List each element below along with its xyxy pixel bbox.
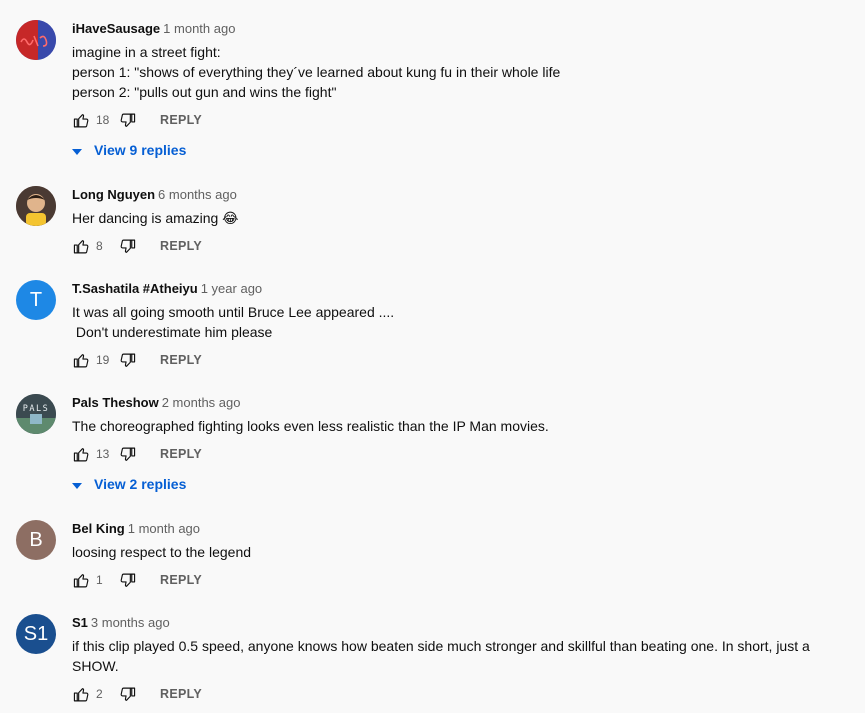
comment-text-line: person 2: "pulls out gun and wins the fi… xyxy=(72,84,337,100)
view-replies-button[interactable]: View 2 replies xyxy=(72,472,856,496)
comment-body: Pals Theshow 2 months ago The choreograph… xyxy=(72,394,856,496)
comment-text: loosing respect to the legend xyxy=(72,542,856,562)
thumb-down-icon[interactable] xyxy=(118,237,136,255)
comment-body: Long Nguyen 6 months ago Her dancing is a… xyxy=(72,186,856,258)
comment-text-line: if this clip played 0.5 speed, anyone kn… xyxy=(72,638,810,674)
avatar[interactable]: T xyxy=(16,280,56,320)
avatar-image: PALS xyxy=(16,394,56,434)
comment-text-line: imagine in a street fight: xyxy=(72,44,221,60)
like-count: 13 xyxy=(96,447,110,461)
comment-body: iHaveSausage 1 month ago imagine in a str… xyxy=(72,20,856,162)
comment-time[interactable]: 1 year ago xyxy=(201,281,262,296)
like-count: 8 xyxy=(96,239,103,253)
comment-actions: 1 REPLY xyxy=(72,568,856,592)
comment-body: Bel King 1 month ago loosing respect to t… xyxy=(72,520,856,592)
like-count: 18 xyxy=(96,113,110,127)
thumb-down-icon[interactable] xyxy=(118,445,136,463)
thumb-up-icon[interactable] xyxy=(72,351,90,369)
comment-body: T.Sashatila #Atheiyu 1 year ago It was al… xyxy=(72,280,856,372)
comment-actions: 13 REPLY xyxy=(72,442,856,466)
comment-text-line: loosing respect to the legend xyxy=(72,544,252,560)
comment-time[interactable]: 1 month ago xyxy=(163,21,235,36)
reply-button[interactable]: REPLY xyxy=(160,113,202,127)
comment-header: Bel King 1 month ago xyxy=(72,520,856,538)
comment-time[interactable]: 2 months ago xyxy=(162,395,241,410)
comment-time[interactable]: 6 months ago xyxy=(158,187,237,202)
comment-text: It was all going smooth until Bruce Lee … xyxy=(72,302,856,342)
comment-text-line: The choreographed fighting looks even le… xyxy=(72,418,549,434)
thumb-down-icon[interactable] xyxy=(118,351,136,369)
comment-actions: 8 REPLY xyxy=(72,234,856,258)
author-name[interactable]: Long Nguyen xyxy=(72,187,155,202)
comment-header: Pals Theshow 2 months ago xyxy=(72,394,856,412)
thumb-up-icon[interactable] xyxy=(72,237,90,255)
reply-button[interactable]: REPLY xyxy=(160,239,202,253)
avatar[interactable]: PALS xyxy=(16,394,56,434)
comment-time[interactable]: 1 month ago xyxy=(128,521,200,536)
author-name[interactable]: iHaveSausage xyxy=(72,21,160,36)
comment-text-line: Her dancing is amazing 😂 xyxy=(72,210,239,226)
avatar-image xyxy=(16,186,56,226)
thumb-up-icon[interactable] xyxy=(72,111,90,129)
like-count: 19 xyxy=(96,353,110,367)
avatar-letter: B xyxy=(29,528,43,551)
author-name[interactable]: T.Sashatila #Atheiyu xyxy=(72,281,198,296)
avatar[interactable] xyxy=(16,186,56,226)
comment-actions: 2 REPLY xyxy=(72,682,856,706)
avatar-letter: S1 xyxy=(23,622,49,645)
like-count: 2 xyxy=(96,687,103,701)
thumb-up-icon[interactable] xyxy=(72,685,90,703)
view-replies-label: View 9 replies xyxy=(94,142,187,158)
reply-button[interactable]: REPLY xyxy=(160,687,202,701)
avatar-image xyxy=(16,20,56,60)
author-name[interactable]: Bel King xyxy=(72,521,125,536)
avatar-logo-text: PALS xyxy=(23,404,49,414)
like-count: 1 xyxy=(96,573,103,587)
caret-down-icon xyxy=(72,142,82,158)
reply-button[interactable]: REPLY xyxy=(160,353,202,367)
comment-text: Her dancing is amazing 😂 xyxy=(72,208,856,228)
comment-text-line: It was all going smooth until Bruce Lee … xyxy=(72,304,395,320)
author-name[interactable]: Pals Theshow xyxy=(72,395,159,410)
avatar[interactable]: S1 xyxy=(16,614,56,654)
comment-text-line: Don't underestimate him please xyxy=(72,324,273,340)
comment-text: The choreographed fighting looks even le… xyxy=(72,416,856,436)
caret-down-icon xyxy=(72,476,82,492)
comment-text-line: person 1: "shows of everything they´ve l… xyxy=(72,64,561,80)
comment-time[interactable]: 3 months ago xyxy=(91,615,170,630)
view-replies-button[interactable]: View 9 replies xyxy=(72,138,856,162)
comment-header: iHaveSausage 1 month ago xyxy=(72,20,856,38)
author-name[interactable]: S1 xyxy=(72,615,88,630)
comment-actions: 18 REPLY xyxy=(72,108,856,132)
avatar[interactable]: B xyxy=(16,520,56,560)
avatar[interactable] xyxy=(16,20,56,60)
thumb-down-icon[interactable] xyxy=(118,571,136,589)
comment-header: S1 3 months ago xyxy=(72,614,856,632)
comment-actions: 19 REPLY xyxy=(72,348,856,372)
thumb-up-icon[interactable] xyxy=(72,571,90,589)
thumb-down-icon[interactable] xyxy=(118,111,136,129)
reply-button[interactable]: REPLY xyxy=(160,447,202,461)
comment-header: T.Sashatila #Atheiyu 1 year ago xyxy=(72,280,856,298)
avatar-letter: T xyxy=(29,288,43,311)
view-replies-label: View 2 replies xyxy=(94,476,187,492)
comment-text: if this clip played 0.5 speed, anyone kn… xyxy=(72,636,847,676)
comment-body: S1 3 months ago if this clip played 0.5 s… xyxy=(72,614,856,706)
comment-text: imagine in a street fight: person 1: "sh… xyxy=(72,42,856,102)
reply-button[interactable]: REPLY xyxy=(160,573,202,587)
thumb-up-icon[interactable] xyxy=(72,445,90,463)
comments-list: iHaveSausage 1 month ago imagine in a str… xyxy=(0,0,865,713)
comment-header: Long Nguyen 6 months ago xyxy=(72,186,856,204)
thumb-down-icon[interactable] xyxy=(118,685,136,703)
